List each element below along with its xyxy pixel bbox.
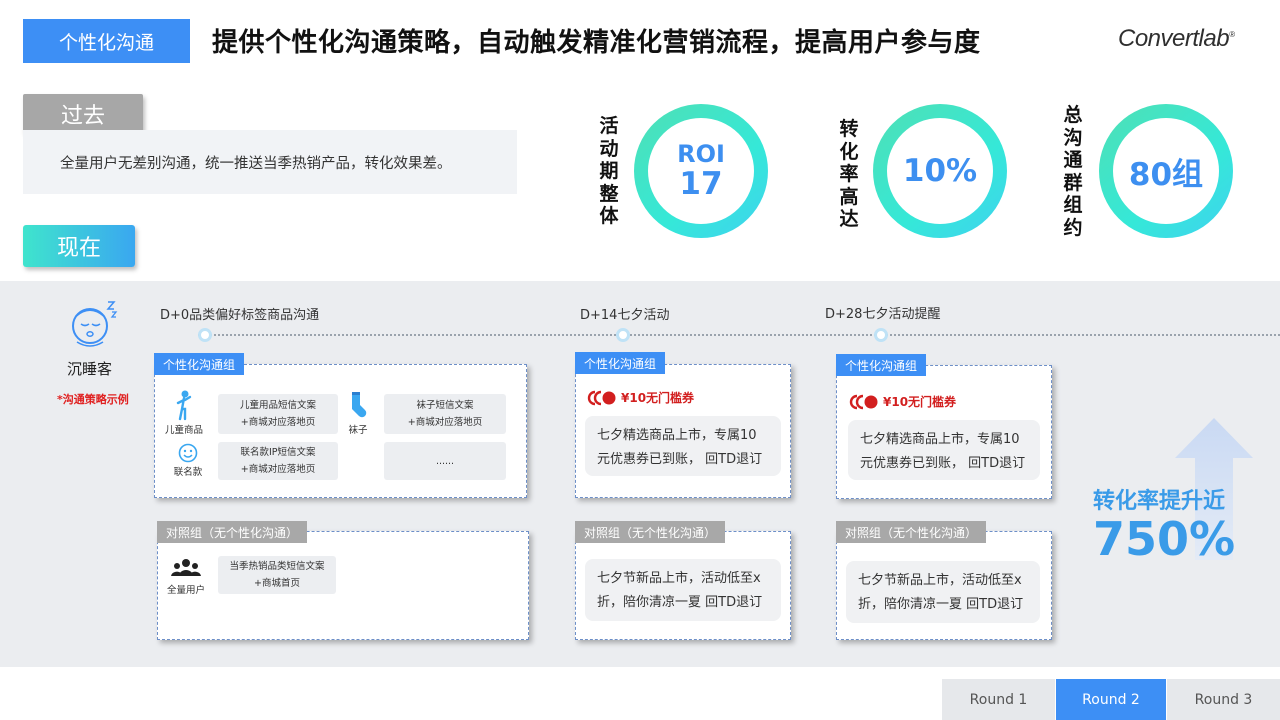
- socks-message-box: 袜子短信文案 +商城对应落地页: [384, 394, 506, 434]
- collab-icon-label: 联名款: [173, 467, 203, 478]
- stage2-personal-message: 七夕精选商品上市，专属10元优惠券已到账， 回TD退订: [585, 416, 781, 476]
- coupon-badge: ¥10无门槛券: [849, 393, 956, 410]
- kids-message-box: 儿童用品短信文案 +商城对应落地页: [218, 394, 338, 434]
- stage3-personal-message: 七夕精选商品上市，专属10元优惠券已到账， 回TD退订: [848, 420, 1040, 480]
- control-group-chip: 对照组（无个性化沟通）: [575, 521, 726, 543]
- persona-name: 沉睡客: [67, 360, 113, 378]
- smiley-icon: [178, 443, 198, 463]
- coupon-badge: ¥10无门槛券: [587, 389, 694, 406]
- coupon-icon: [587, 390, 616, 405]
- users-group-icon: [171, 558, 201, 578]
- kids-icon-label: 儿童商品: [164, 425, 203, 436]
- personal-group-chip: 个性化沟通组: [575, 352, 666, 374]
- metric-conversion-ring: 10%: [873, 104, 1007, 238]
- metric-conversion-value: 10%: [902, 153, 978, 189]
- brand-logo: Convertlab®: [1118, 25, 1235, 52]
- page-title: 提供个性化沟通策略，自动触发精准化营销流程，提高用户参与度: [212, 28, 981, 58]
- control-group-chip: 对照组（无个性化沟通）: [836, 521, 987, 543]
- past-description: 全量用户无差别沟通，统一推送当季热销产品，转化效果差。: [23, 130, 517, 194]
- metric-groups-ring: 80组: [1099, 104, 1233, 238]
- sleeping-face-icon: [68, 298, 122, 350]
- metric-roi-value: 17: [679, 166, 723, 202]
- past-tag: 过去: [23, 94, 143, 133]
- stage-label-d28: D+28七夕活动提醒: [825, 307, 941, 322]
- timeline: [198, 334, 1280, 336]
- metric-groups-value: 80组: [1128, 156, 1204, 193]
- timeline-node: [198, 328, 212, 342]
- timeline-node: [616, 328, 630, 342]
- stage3-control-message: 七夕节新品上市，活动低至x折，陪你清凉一夏 回TD退订: [846, 561, 1040, 623]
- coupon-icon: [849, 394, 878, 409]
- stage2-control-message: 七夕节新品上市，活动低至x折，陪你清凉一夏 回TD退订: [585, 559, 781, 621]
- metric-roi-caption: ROI: [677, 140, 725, 168]
- collab-message-box: 联名款IP短信文案 +商城对应落地页: [218, 442, 338, 480]
- stage-label-d14: D+14七夕活动: [580, 308, 670, 323]
- metric-conversion-label: 转化率高达: [839, 118, 859, 230]
- control-message-box: 当季热销品类短信文案 +商城首页: [218, 556, 336, 594]
- sock-icon: [348, 391, 368, 419]
- personal-group-chip: 个性化沟通组: [836, 354, 927, 376]
- kid-icon: [176, 389, 192, 423]
- control-group-chip: 对照组（无个性化沟通）: [157, 521, 308, 543]
- stage1-control-card: [157, 531, 529, 640]
- more-message-box: ......: [384, 442, 506, 480]
- now-tag: 现在: [23, 225, 135, 267]
- timeline-node: [874, 328, 888, 342]
- lift-value: 750%: [1093, 512, 1236, 566]
- metric-roi-ring: ROI 17: [634, 104, 768, 238]
- socks-icon-label: 袜子: [348, 425, 368, 436]
- personal-group-chip: 个性化沟通组: [154, 353, 245, 375]
- metric-roi-label: 活动期整体: [599, 115, 619, 227]
- tab-round-2[interactable]: Round 2: [1056, 679, 1166, 720]
- all-users-label: 全量用户: [166, 585, 205, 596]
- metric-groups-label: 总沟通群组约: [1063, 104, 1083, 239]
- section-tag: 个性化沟通: [23, 19, 190, 63]
- tab-round-3[interactable]: Round 3: [1167, 679, 1280, 720]
- stage-label-d0: D+0品类偏好标签商品沟通: [160, 308, 320, 323]
- tab-round-1[interactable]: Round 1: [942, 679, 1055, 720]
- persona-note: *沟通策略示例: [57, 393, 129, 406]
